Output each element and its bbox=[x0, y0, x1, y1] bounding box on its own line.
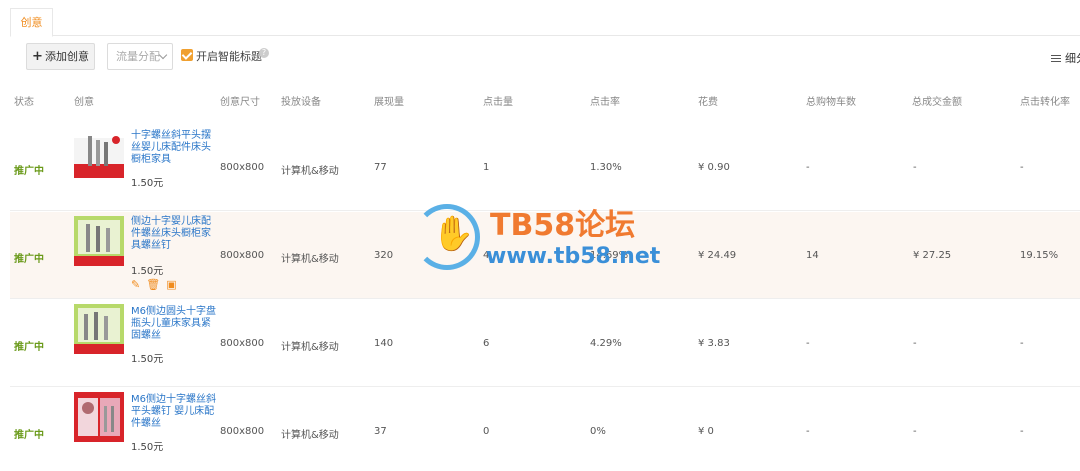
detail-label: 细分 bbox=[1065, 52, 1080, 65]
divider bbox=[10, 386, 1080, 387]
detail-button[interactable]: 细分 bbox=[1051, 50, 1080, 66]
header-cart[interactable]: 总购物车数 bbox=[806, 88, 856, 118]
ctr: 0% bbox=[590, 426, 606, 437]
watermark: ✋ TB58论坛 www.tb58.net bbox=[414, 200, 684, 280]
creative-price: 1.50元 bbox=[131, 354, 164, 365]
clicks: 0 bbox=[483, 426, 490, 437]
header-impressions[interactable]: 展现量 bbox=[374, 88, 404, 118]
divider bbox=[10, 298, 1080, 299]
cost: ¥ 0 bbox=[698, 426, 714, 437]
creative-size: 800x800 bbox=[220, 162, 265, 173]
hand-icon: ✋ bbox=[432, 214, 475, 254]
smart-title-checkbox[interactable] bbox=[181, 49, 193, 61]
header-device[interactable]: 投放设备 bbox=[281, 88, 321, 118]
cvr: - bbox=[1020, 162, 1024, 173]
table-row: 推广中 M6侧边十字螺丝斜平头螺钉 婴儿床配件螺丝 1.50元 800x800 … bbox=[10, 388, 1080, 471]
header-cost[interactable]: 花费 bbox=[698, 88, 718, 118]
watermark-url: www.tb58.net bbox=[486, 244, 661, 269]
watermark-title: TB58论坛 bbox=[490, 208, 636, 243]
ctr: 4.29% bbox=[590, 338, 622, 349]
impressions: 37 bbox=[374, 426, 387, 437]
ctr: 1.30% bbox=[590, 162, 622, 173]
copy-icon[interactable]: ▣ bbox=[166, 278, 176, 291]
device: 计算机&移动 bbox=[281, 342, 339, 353]
table-row: 推广中 十字螺丝斜平头摆丝婴儿床配件床头橱柜家具 1.50元 800x800 计… bbox=[10, 124, 1080, 210]
clicks: 6 bbox=[483, 338, 490, 349]
creative-thumbnail[interactable] bbox=[74, 216, 124, 266]
cart-count: - bbox=[806, 162, 810, 173]
impressions: 320 bbox=[374, 250, 394, 261]
device: 计算机&移动 bbox=[281, 254, 339, 265]
tab-creative[interactable]: 创意 bbox=[10, 8, 53, 37]
cart-count: 14 bbox=[806, 250, 819, 261]
traffic-select-value: 流量分配 bbox=[116, 50, 160, 63]
smart-title-label: 开启智能标题 bbox=[196, 50, 262, 63]
cvr: - bbox=[1020, 338, 1024, 349]
creative-name-link[interactable]: M6侧边圆头十字盘瓶头儿童床家具紧固螺丝 bbox=[131, 306, 217, 342]
delete-icon[interactable]: 🗑 bbox=[146, 278, 160, 291]
add-creative-button[interactable]: + 添加创意 bbox=[26, 43, 95, 70]
creative-thumbnail[interactable] bbox=[74, 392, 124, 442]
status-badge: 推广中 bbox=[14, 254, 44, 265]
traffic-allocation-select[interactable]: 流量分配 bbox=[107, 43, 173, 70]
creative-thumbnail[interactable] bbox=[74, 128, 124, 178]
header-status[interactable]: 状态 bbox=[14, 88, 34, 118]
gmv: - bbox=[913, 338, 917, 349]
gmv: - bbox=[913, 426, 917, 437]
table-header: 状态 创意 创意尺寸 投放设备 展现量 点击量 点击率 花费 总购物车数 总成交… bbox=[0, 88, 1080, 118]
table-row: 推广中 M6侧边圆头十字盘瓶头儿童床家具紧固螺丝 1.50元 800x800 计… bbox=[10, 300, 1080, 386]
help-icon[interactable]: ? bbox=[259, 48, 269, 58]
cvr: 19.15% bbox=[1020, 250, 1059, 261]
cart-count: - bbox=[806, 426, 810, 437]
creative-size: 800x800 bbox=[220, 250, 265, 261]
chevron-down-icon bbox=[158, 50, 168, 60]
gmv: ¥ 27.25 bbox=[913, 250, 952, 261]
header-gmv[interactable]: 总成交金额 bbox=[912, 88, 962, 118]
cost: ¥ 3.83 bbox=[698, 338, 730, 349]
toolbar: +添加创意 流量分配 开启智能标题 ? 细分 bbox=[26, 43, 1080, 70]
creative-price: 1.50元 bbox=[131, 178, 164, 189]
device: 计算机&移动 bbox=[281, 166, 339, 177]
creative-size: 800x800 bbox=[220, 338, 265, 349]
creative-size: 800x800 bbox=[220, 426, 265, 437]
creative-name-link[interactable]: M6侧边十字螺丝斜平头螺钉 婴儿床配件螺丝 bbox=[131, 394, 217, 430]
add-creative-label: 添加创意 bbox=[44, 50, 89, 63]
edit-icon[interactable]: ✎ bbox=[131, 278, 140, 291]
status-badge: 推广中 bbox=[14, 342, 44, 353]
tab-bar: 创意 bbox=[10, 8, 1080, 37]
header-ctr[interactable]: 点击率 bbox=[590, 88, 620, 118]
creative-thumbnail[interactable] bbox=[74, 304, 124, 354]
creative-price: 1.50元 bbox=[131, 442, 164, 453]
list-icon bbox=[1051, 55, 1061, 63]
device: 计算机&移动 bbox=[281, 430, 339, 441]
plus-icon: + bbox=[32, 49, 43, 64]
header-clicks[interactable]: 点击量 bbox=[483, 88, 513, 118]
impressions: 140 bbox=[374, 338, 394, 349]
clicks: 1 bbox=[483, 162, 490, 173]
header-cvr[interactable]: 点击转化率 bbox=[1020, 88, 1070, 118]
creative-name-link[interactable]: 侧边十字婴儿床配件螺丝床头橱柜家具螺丝钉 bbox=[131, 216, 217, 252]
status-badge: 推广中 bbox=[14, 166, 44, 177]
cvr: - bbox=[1020, 426, 1024, 437]
gmv: - bbox=[913, 162, 917, 173]
row-actions: ✎ 🗑 ▣ bbox=[131, 278, 183, 291]
creative-name-link[interactable]: 十字螺丝斜平头摆丝婴儿床配件床头橱柜家具 bbox=[131, 130, 217, 166]
cost: ¥ 24.49 bbox=[698, 250, 737, 261]
header-size[interactable]: 创意尺寸 bbox=[220, 88, 260, 118]
status-badge: 推广中 bbox=[14, 430, 44, 441]
impressions: 77 bbox=[374, 162, 387, 173]
cart-count: - bbox=[806, 338, 810, 349]
creative-price: 1.50元 bbox=[131, 266, 164, 277]
header-creative[interactable]: 创意 bbox=[74, 88, 94, 118]
cost: ¥ 0.90 bbox=[698, 162, 730, 173]
